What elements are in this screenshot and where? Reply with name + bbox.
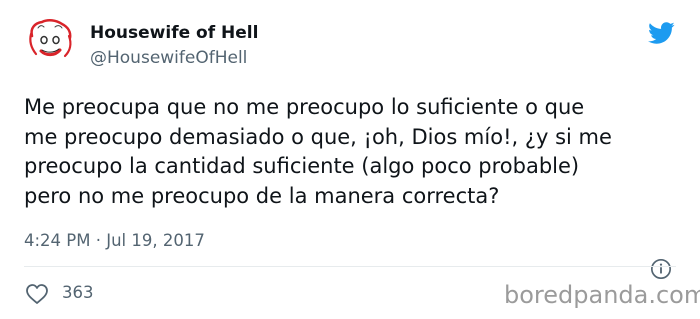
avatar[interactable] xyxy=(22,14,78,70)
avatar-drawing-icon xyxy=(23,15,77,69)
tweet-card: Housewife of Hell @HousewifeOfHell Me pr… xyxy=(0,0,700,319)
divider xyxy=(24,266,676,267)
display-name[interactable]: Housewife of Hell xyxy=(90,22,258,44)
watermark: boredpanda.com xyxy=(504,281,700,309)
info-icon[interactable] xyxy=(650,258,672,280)
tweet-text: Me preocupa que no me preocupo lo sufici… xyxy=(24,95,612,208)
heart-icon[interactable] xyxy=(25,283,49,305)
handle[interactable]: @HousewifeOfHell xyxy=(90,47,247,69)
twitter-bird-icon[interactable] xyxy=(644,19,678,47)
like-count[interactable]: 363 xyxy=(62,282,94,304)
timestamp[interactable]: 4:24 PM · Jul 19, 2017 xyxy=(24,230,205,252)
